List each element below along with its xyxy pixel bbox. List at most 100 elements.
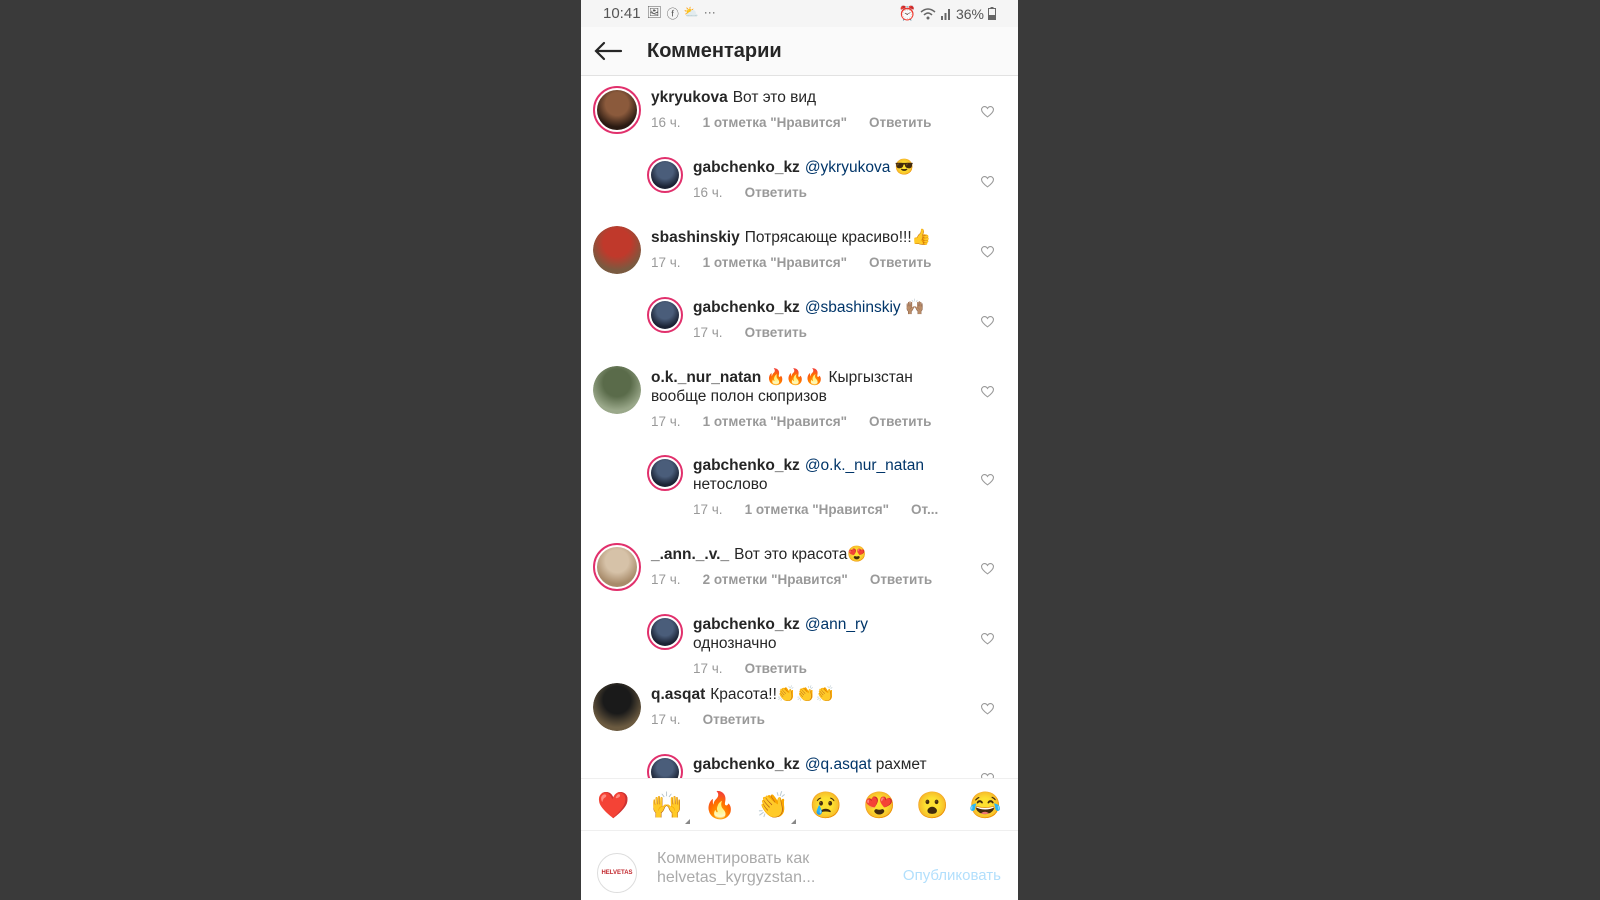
facebook-icon: ⓕ	[666, 7, 679, 21]
user-avatar[interactable]	[593, 683, 641, 731]
comment-list[interactable]: ykryukova Вот это вид 16 ч. 1 отметка "Нр…	[581, 76, 1018, 778]
comment-username[interactable]: gabchenko_kz	[693, 159, 800, 176]
emoji-reaction-bar: ❤️ 🙌 🔥 👏 😢 😍 😮 😂	[581, 778, 1018, 830]
reply-button[interactable]: Ответить	[869, 115, 931, 130]
like-heart-icon[interactable]	[981, 246, 994, 258]
comment-text: _.ann._.v._ Вот это красота😍	[651, 545, 961, 564]
reply-button[interactable]: От...	[911, 502, 938, 517]
reply-button[interactable]: Ответить	[703, 712, 765, 727]
comment-body: Вот это вид	[732, 89, 817, 106]
avatar-photo	[651, 301, 679, 329]
signal-icon	[940, 8, 950, 20]
notification-icons: 🖼 ⓕ ⛅ ···	[647, 5, 716, 22]
like-heart-icon[interactable]	[981, 633, 994, 645]
comment-meta: 17 ч. 1 отметка "Нравится" Ответить	[651, 255, 931, 270]
emoji-fire-button[interactable]: 🔥	[704, 792, 736, 818]
comment-meta: 17 ч. Ответить	[693, 661, 807, 676]
user-avatar[interactable]	[593, 86, 641, 134]
gallery-icon: 🖼	[646, 5, 662, 19]
comment-likes[interactable]: 2 отметки "Нравится"	[703, 572, 848, 587]
comment-likes[interactable]: 1 отметка "Нравится"	[703, 414, 847, 429]
emoji-heart-button[interactable]: ❤️	[597, 792, 629, 818]
user-avatar[interactable]	[647, 297, 683, 333]
avatar-photo	[593, 366, 641, 414]
emoji-raised-hands-button[interactable]: 🙌	[650, 789, 690, 824]
user-avatar[interactable]	[593, 543, 641, 591]
like-heart-icon[interactable]	[981, 563, 994, 575]
reply-button[interactable]: Ответить	[869, 255, 931, 270]
avatar-photo	[597, 90, 637, 130]
comment-mention[interactable]: @q.asqat	[805, 756, 872, 773]
reply-comment: gabchenko_kz @sbashinskiy 🙌🏽 17 ч. Ответи…	[581, 296, 1018, 366]
user-avatar[interactable]	[647, 157, 683, 193]
comment-time: 17 ч.	[651, 255, 681, 270]
reply-comment: gabchenko_kz @o.k._nur_natan нетослово 17…	[581, 454, 1018, 524]
avatar-photo	[651, 758, 679, 778]
user-avatar[interactable]	[647, 455, 683, 491]
phone-screen: 10:41 🖼 ⓕ ⛅ ··· ⏰ 36% Комментарии ykryuk…	[581, 0, 1018, 900]
battery-icon	[988, 7, 996, 20]
like-heart-icon[interactable]	[981, 176, 994, 188]
reply-comment: gabchenko_kz @ykryukova 😎 16 ч. Ответить	[581, 156, 1018, 226]
comment-mention[interactable]: @sbashinskiy	[805, 299, 901, 316]
status-right: ⏰ 36%	[899, 5, 996, 22]
emoji-surprised-button[interactable]: 😮	[916, 792, 948, 818]
like-heart-icon[interactable]	[981, 316, 994, 328]
comment-username[interactable]: gabchenko_kz	[693, 299, 800, 316]
comment-body: рахмет	[871, 756, 927, 773]
comment-username[interactable]: q.asqat	[651, 686, 705, 703]
comment-time: 16 ч.	[693, 185, 723, 200]
comment-item: _.ann._.v._ Вот это красота😍 17 ч. 2 отме…	[581, 543, 1018, 613]
comment-body: 😎	[890, 159, 914, 176]
avatar-photo	[651, 618, 679, 646]
user-avatar[interactable]	[593, 366, 641, 414]
comment-username[interactable]: sbashinskiy	[651, 229, 740, 246]
comment-username[interactable]: gabchenko_kz	[693, 756, 800, 773]
emoji-crying-button[interactable]: 😢	[810, 792, 842, 818]
like-heart-icon[interactable]	[981, 386, 994, 398]
comment-meta: 17 ч. Ответить	[651, 712, 765, 727]
comment-mention[interactable]: @ykryukova	[805, 159, 891, 176]
reply-button[interactable]: Ответить	[869, 414, 931, 429]
comment-username[interactable]: gabchenko_kz	[693, 616, 800, 633]
comment-input[interactable]: Комментировать как helvetas_kyrgyzstan..…	[657, 849, 857, 887]
comment-username[interactable]: _.ann._.v._	[651, 546, 729, 563]
comment-meta: 17 ч. 1 отметка "Нравится" Ответить	[651, 414, 931, 429]
comment-meta: 17 ч. Ответить	[693, 325, 807, 340]
wifi-icon	[920, 7, 936, 19]
comment-body: однозначно	[693, 635, 777, 652]
comment-username[interactable]: ykryukova	[651, 89, 728, 106]
reply-button[interactable]: Ответить	[745, 325, 807, 340]
comment-mention[interactable]: @ann_ry	[805, 616, 868, 633]
emoji-raised-hands: 🙌	[650, 789, 683, 820]
comment-text: gabchenko_kz @q.asqat рахмет	[693, 755, 953, 774]
comment-text: gabchenko_kz @ann_ry однозначно	[693, 615, 953, 653]
comment-item: q.asqat Красота!!👏👏👏 17 ч. Ответить	[581, 683, 1018, 753]
comment-likes[interactable]: 1 отметка "Нравится"	[703, 115, 847, 130]
emoji-laughing-button[interactable]: 😂	[969, 792, 1001, 818]
user-avatar[interactable]	[647, 754, 683, 778]
comment-input-bar: HELVETAS Комментировать как helvetas_kyr…	[581, 830, 1018, 900]
helvetas-logo: HELVETAS	[601, 870, 633, 876]
reply-button[interactable]: Ответить	[745, 185, 807, 200]
comment-meta: 16 ч. 1 отметка "Нравится" Ответить	[651, 115, 931, 130]
emoji-clap-button[interactable]: 👏	[757, 792, 797, 824]
like-heart-icon[interactable]	[981, 474, 994, 486]
comment-item: sbashinskiy Потрясающе красиво!!!👍 17 ч. …	[581, 226, 1018, 296]
like-heart-icon[interactable]	[981, 106, 994, 118]
publish-button[interactable]: Опубликовать	[903, 867, 1001, 884]
comment-likes[interactable]: 1 отметка "Нравится"	[703, 255, 847, 270]
reply-button[interactable]: Ответить	[870, 572, 932, 587]
comment-item: ykryukova Вот это вид 16 ч. 1 отметка "Нр…	[581, 86, 1018, 156]
comment-mention[interactable]: @o.k._nur_natan	[805, 457, 924, 474]
comment-username[interactable]: gabchenko_kz	[693, 457, 800, 474]
user-avatar[interactable]	[647, 614, 683, 650]
back-arrow-icon[interactable]	[593, 41, 623, 61]
comment-likes[interactable]: 1 отметка "Нравится"	[745, 502, 889, 517]
comment-text: gabchenko_kz @o.k._nur_natan нетослово	[693, 456, 953, 494]
reply-button[interactable]: Ответить	[745, 661, 807, 676]
emoji-heart-eyes-button[interactable]: 😍	[863, 792, 895, 818]
user-avatar[interactable]	[593, 226, 641, 274]
like-heart-icon[interactable]	[981, 703, 994, 715]
comment-username[interactable]: o.k._nur_natan	[651, 369, 761, 386]
